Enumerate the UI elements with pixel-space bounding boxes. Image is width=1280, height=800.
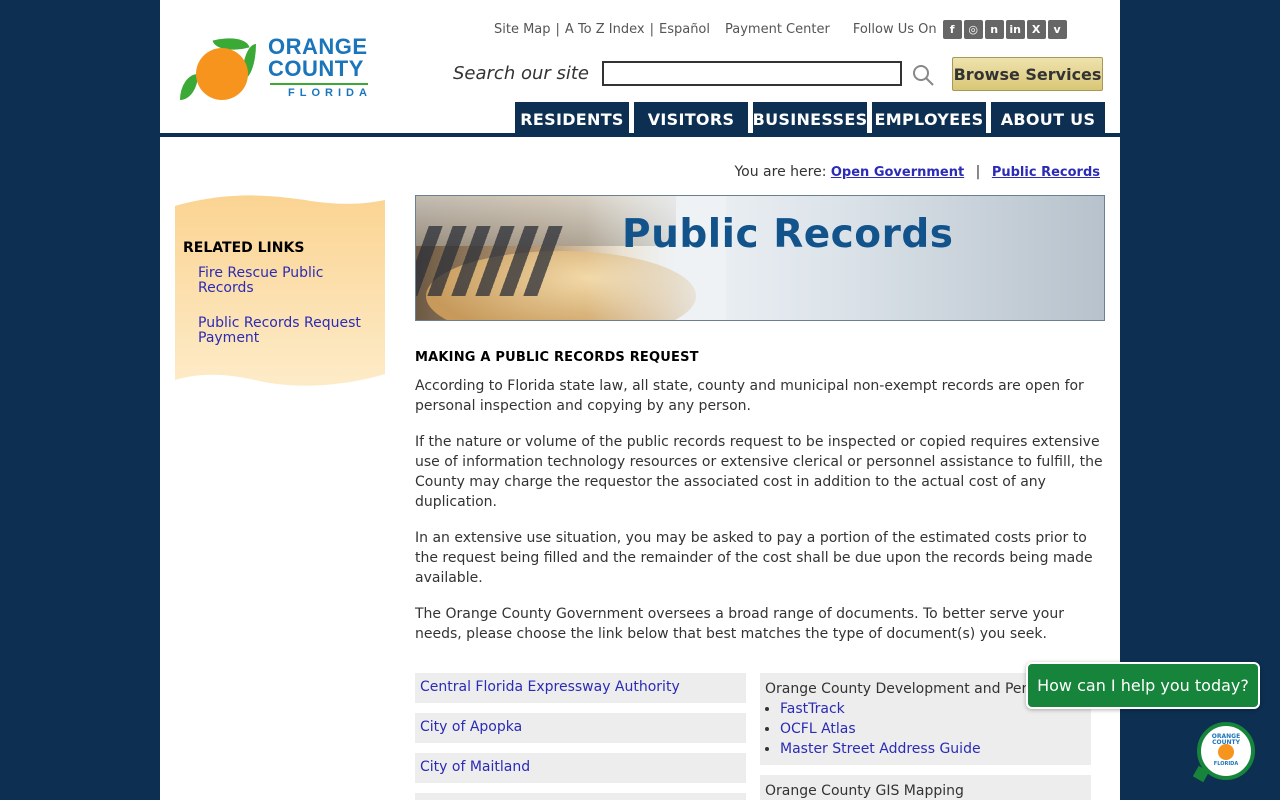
list-item: Central Florida Expressway Authority (415, 673, 746, 703)
social-icons: f ◎ n in X v (942, 19, 1069, 39)
nav-tab-about-us[interactable]: ABOUT US (991, 102, 1105, 137)
main-nav: RESIDENTS VISITORS BUSINESSES EMPLOYEES … (515, 102, 1110, 137)
fasttrack-link[interactable]: FastTrack (780, 701, 845, 717)
search-label: Search our site (453, 63, 590, 84)
list-item: OCFL Atlas (780, 719, 1086, 739)
vimeo-icon[interactable]: v (1047, 19, 1067, 39)
breadcrumb-separator: | (975, 164, 981, 180)
breadcrumb-public-records[interactable]: Public Records (992, 165, 1100, 180)
linkedin-icon[interactable]: in (1005, 19, 1025, 39)
page-banner: Public Records (415, 195, 1105, 321)
page-container: ORANGE COUNTY FLORIDA Site Map | A To Z … (160, 0, 1120, 800)
link-separator: | (649, 21, 654, 37)
search-input[interactable] (602, 61, 902, 86)
facebook-icon[interactable]: f (942, 19, 962, 39)
breadcrumb: You are here: Open Government | Public R… (734, 164, 1100, 180)
paragraph: The Orange County Government oversees a … (415, 606, 1064, 642)
related-links-list: Fire Rescue Public Records Public Record… (198, 266, 378, 366)
list-item: Public Records Request Payment (198, 316, 378, 346)
paragraph: In an extensive use situation, you may b… (415, 530, 1093, 586)
site-header: ORANGE COUNTY FLORIDA Site Map | A To Z … (160, 0, 1120, 137)
related-links-title: RELATED LINKS (183, 240, 305, 256)
paragraph: If the nature or volume of the public re… (415, 434, 1103, 510)
logo-divider (270, 83, 368, 85)
gis-mapping-box: Orange County GIS Mapping (760, 775, 1091, 800)
follow-us-label: Follow Us On (852, 21, 937, 37)
chat-orange-icon (1218, 744, 1234, 760)
breadcrumb-open-government[interactable]: Open Government (831, 165, 964, 180)
x-icon[interactable]: X (1026, 19, 1046, 39)
city-of-maitland-link[interactable]: City of Maitland (420, 759, 530, 775)
nav-tab-employees[interactable]: EMPLOYEES (872, 102, 986, 137)
payment-center-link[interactable]: Payment Center (725, 22, 830, 37)
city-of-apopka-link[interactable]: City of Apopka (420, 719, 522, 735)
chat-avatar-text: FLORIDA (1213, 761, 1239, 767)
logo-orange-icon (196, 48, 248, 100)
related-links-panel: RELATED LINKS Fire Rescue Public Records… (175, 194, 385, 389)
cfx-link[interactable]: Central Florida Expressway Authority (420, 679, 680, 695)
list-item: City of Apopka (415, 713, 746, 743)
chat-prompt-bubble[interactable]: How can I help you today? (1026, 662, 1260, 709)
logo-text-line3: FLORIDA (288, 87, 372, 99)
list-item: Master Street Address Guide (780, 739, 1086, 759)
link-separator: | (555, 21, 560, 37)
logo-text-line1: ORANGE (268, 34, 368, 59)
list-item: Fire Rescue Public Records (198, 266, 378, 296)
site-map-link[interactable]: Site Map (494, 22, 551, 37)
list-item: City of Maitland (415, 753, 746, 783)
nextdoor-icon[interactable]: n (984, 19, 1004, 39)
section-heading: MAKING A PUBLIC RECORDS REQUEST (415, 350, 699, 365)
breadcrumb-prefix: You are here: (734, 164, 827, 180)
logo-text-line2: COUNTY (268, 56, 364, 81)
list-item (415, 793, 746, 800)
nav-tab-residents[interactable]: RESIDENTS (515, 102, 629, 137)
utility-links: Site Map | A To Z Index | Español Paymen… (494, 19, 1069, 39)
public-records-request-payment-link[interactable]: Public Records Request Payment (198, 315, 361, 346)
search-icon[interactable] (912, 64, 934, 86)
fire-rescue-public-records-link[interactable]: Fire Rescue Public Records (198, 265, 324, 296)
agency-links-left: Central Florida Expressway Authority Cit… (415, 673, 746, 800)
a-to-z-link[interactable]: A To Z Index (565, 22, 645, 37)
main-content: MAKING A PUBLIC RECORDS REQUEST Accordin… (415, 348, 1107, 660)
box-title: Orange County GIS Mapping (765, 783, 964, 799)
page-title: Public Records (622, 212, 954, 257)
nav-tab-visitors[interactable]: VISITORS (634, 102, 748, 137)
nav-tab-businesses[interactable]: BUSINESSES (753, 102, 867, 137)
espanol-link[interactable]: Español (659, 22, 710, 37)
master-street-address-guide-link[interactable]: Master Street Address Guide (780, 741, 981, 757)
chat-launcher-button[interactable]: ORANGE COUNTY FLORIDA (1192, 722, 1255, 783)
orange-county-logo[interactable]: ORANGE COUNTY FLORIDA (178, 31, 378, 104)
ocfl-atlas-link[interactable]: OCFL Atlas (780, 721, 856, 737)
instagram-icon[interactable]: ◎ (963, 19, 983, 39)
paragraph: According to Florida state law, all stat… (415, 378, 1084, 414)
browse-services-button[interactable]: Browse Services (952, 57, 1103, 91)
